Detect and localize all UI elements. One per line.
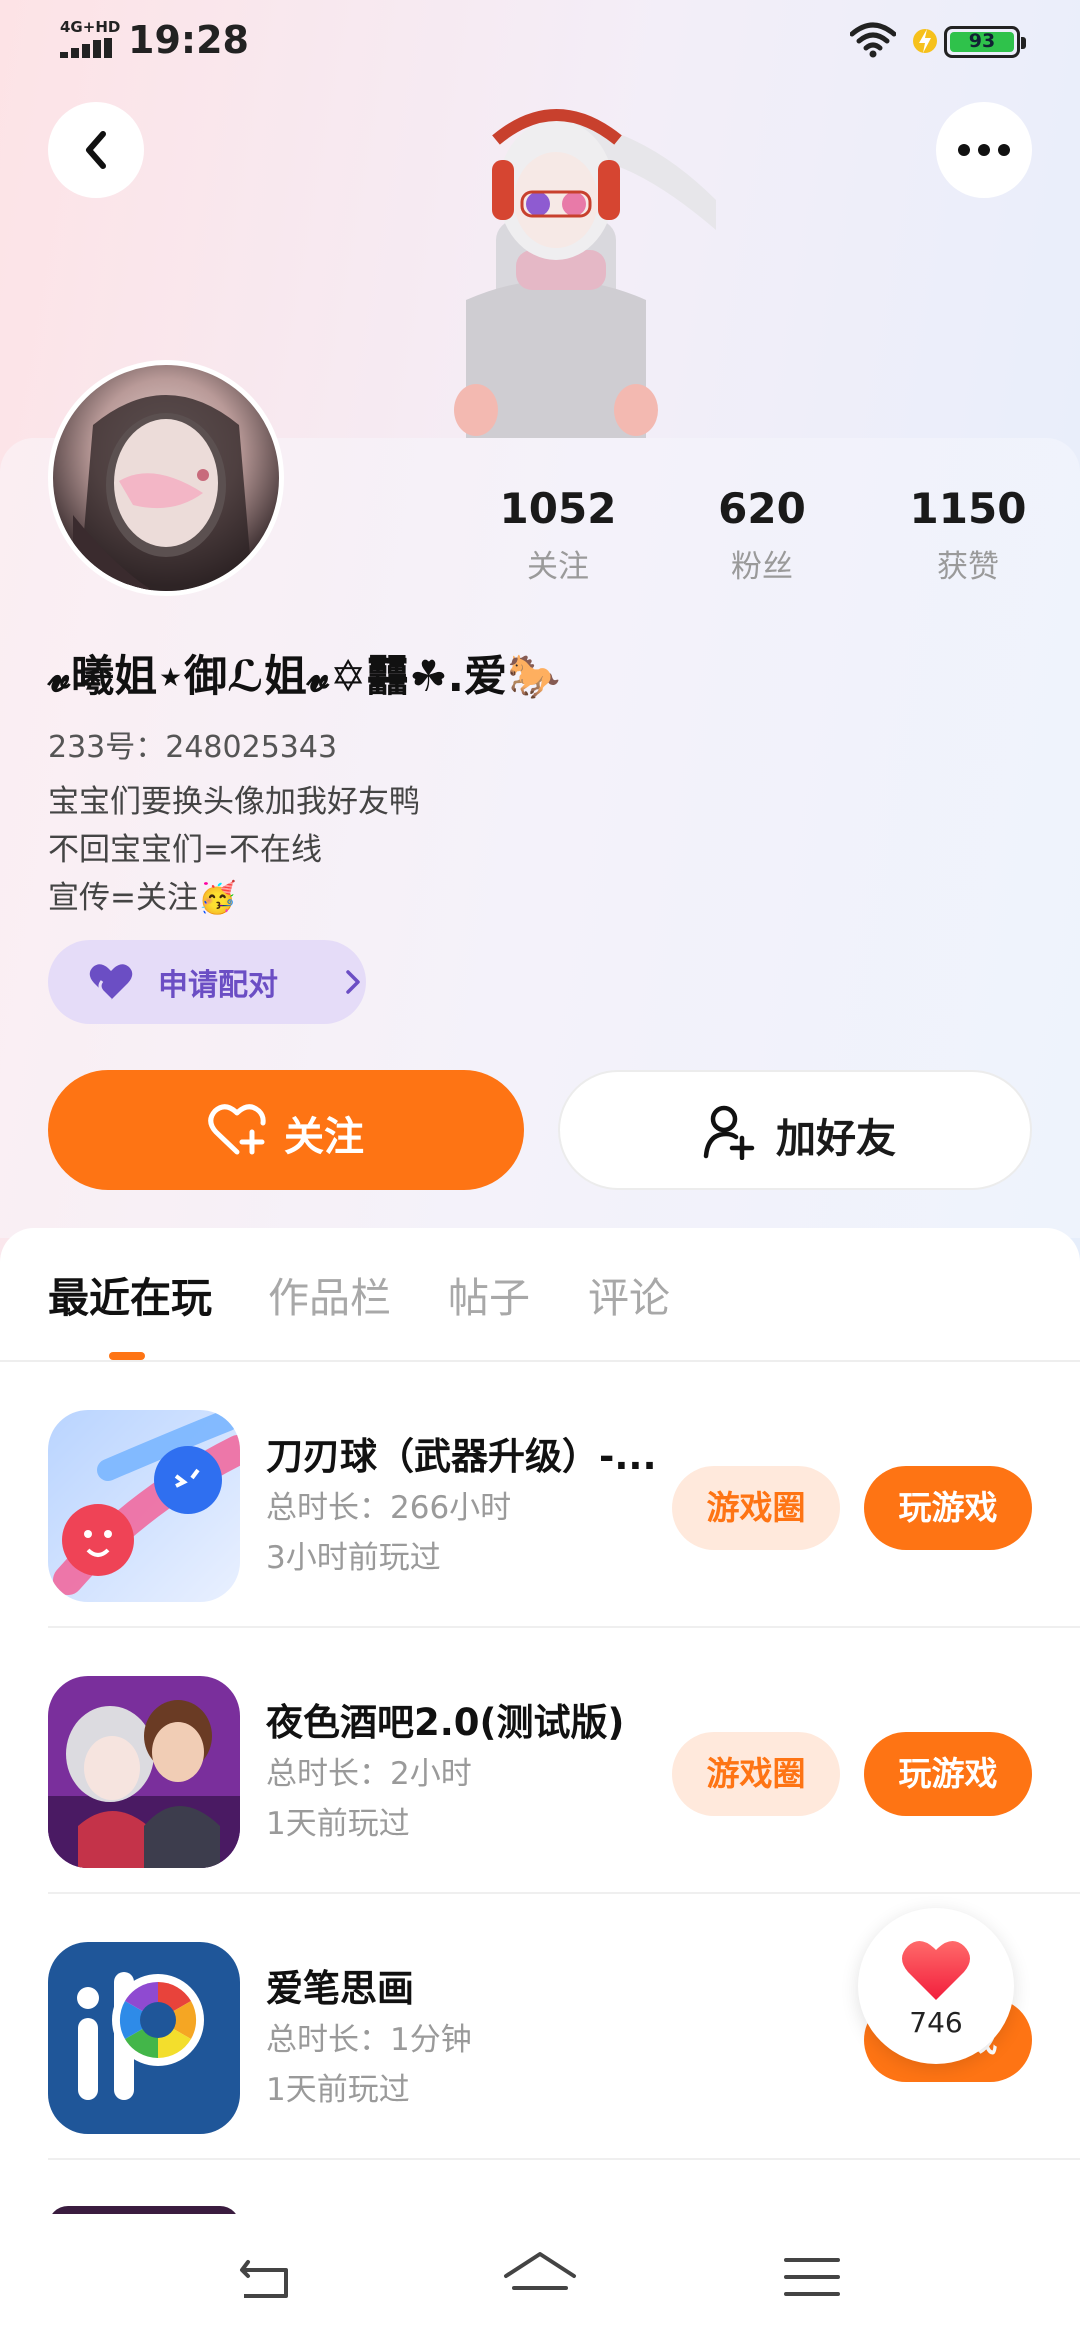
like-count: 746 xyxy=(909,2006,963,2039)
status-bar: 4G+HD 19:28 93 xyxy=(0,0,1080,84)
clock: 19:28 xyxy=(128,18,249,62)
likes-label: 获赞 xyxy=(937,549,999,585)
floating-like-button[interactable]: 746 xyxy=(858,1908,1014,2064)
back-button[interactable] xyxy=(48,102,144,198)
network-label: 4G+HD xyxy=(60,18,121,36)
add-user-icon xyxy=(703,1105,755,1160)
fans-count: 620 xyxy=(718,484,806,533)
heart-plus-icon xyxy=(208,1104,266,1155)
game-duration: 总时长：2小时 xyxy=(266,1756,472,1792)
add-friend-button[interactable]: 加好友 xyxy=(558,1070,1032,1190)
content-panel: 最近在玩 作品栏 帖子 评论 刀刃球（武器升级）-... 总时长：266小时 3… xyxy=(0,1228,1080,2340)
play-game-button[interactable]: 玩游戏 xyxy=(864,1466,1032,1550)
game-duration: 总时长：266小时 xyxy=(266,1490,512,1526)
navigation-bar xyxy=(0,2214,1080,2340)
more-button[interactable] xyxy=(936,102,1032,198)
game-icon xyxy=(48,1410,240,1602)
nickname: 𝓿曦姐⋆御ℒ姐𝓿✡䨻☘.爱🐎 xyxy=(48,652,561,702)
bio-line: 宝宝们要换头像加我好友鸭 xyxy=(48,784,420,820)
stat-likes: 1150 获赞 xyxy=(888,484,1048,586)
tab-posts[interactable]: 帖子 xyxy=(448,1264,530,1324)
divider xyxy=(48,2158,1080,2160)
avatar[interactable] xyxy=(48,360,284,596)
user-id[interactable]: 233号：248025343 xyxy=(48,722,337,766)
tab-indicator xyxy=(109,1352,145,1360)
double-heart-icon xyxy=(89,964,133,1002)
game-icon xyxy=(48,1942,240,2134)
profile-page: 4G+HD 19:28 93 1052 关注 620 粉丝 1150 获赞 𝓿曦… xyxy=(0,0,1080,2340)
game-circle-button[interactable]: 游戏圈 xyxy=(672,1732,840,1816)
game-name: 刀刃球（武器升级）-... xyxy=(266,1435,657,1478)
game-last-played: 1天前玩过 xyxy=(266,2072,410,2108)
game-duration: 总时长：1分钟 xyxy=(266,2022,472,2058)
battery-level: 93 xyxy=(968,30,996,52)
following-label: 关注 xyxy=(527,549,589,585)
battery-icon: 93 xyxy=(944,26,1026,58)
signal-icon xyxy=(60,38,114,58)
wifi-icon xyxy=(850,22,896,58)
bio-line: 不回宝宝们=不在线 xyxy=(48,832,322,868)
back-icon[interactable] xyxy=(228,2244,308,2310)
pair-request-button[interactable]: 申请配对 xyxy=(48,940,366,1024)
chevron-left-icon xyxy=(86,131,106,169)
likes-count: 1150 xyxy=(909,484,1027,533)
network-indicator: 4G+HD xyxy=(58,18,120,60)
game-name: 爱笔思画 xyxy=(266,1967,414,2010)
game-circle-button[interactable]: 游戏圈 xyxy=(672,1466,840,1550)
stat-following[interactable]: 1052 关注 xyxy=(478,484,638,586)
chevron-right-icon xyxy=(346,970,360,994)
following-count: 1052 xyxy=(499,484,617,533)
game-name: 夜色酒吧2.0(测试版) xyxy=(266,1701,625,1744)
play-game-button[interactable]: 玩游戏 xyxy=(864,1732,1032,1816)
fans-label: 粉丝 xyxy=(731,549,793,585)
more-horizontal-icon xyxy=(958,144,1010,156)
add-friend-label: 加好友 xyxy=(776,1116,896,1162)
pair-request-label: 申请配对 xyxy=(158,968,278,1003)
game-last-played: 1天前玩过 xyxy=(266,1806,410,1842)
menu-icon[interactable] xyxy=(772,2244,852,2310)
game-last-played: 3小时前玩过 xyxy=(266,1540,441,1576)
list-item[interactable]: 夜色酒吧2.0(测试版) 总时长：2小时 1天前玩过 游戏圈 玩游戏 xyxy=(0,1628,1080,1894)
character-avatar-image xyxy=(454,109,716,440)
bio-line: 宣传=关注🥳 xyxy=(48,880,237,916)
list-item[interactable]: 刀刃球（武器升级）-... 总时长：266小时 3小时前玩过 游戏圈 玩游戏 xyxy=(0,1362,1080,1628)
tab-recently-played[interactable]: 最近在玩 xyxy=(48,1264,212,1324)
bio: 宝宝们要换头像加我好友鸭 不回宝宝们=不在线 宣传=关注🥳 xyxy=(48,778,420,922)
avatar-image xyxy=(73,395,253,591)
stat-fans[interactable]: 620 粉丝 xyxy=(682,484,842,586)
game-icon xyxy=(48,1676,240,1868)
heart-icon xyxy=(902,1940,970,2000)
tab-comments[interactable]: 评论 xyxy=(588,1264,670,1324)
follow-label: 关注 xyxy=(284,1114,364,1160)
home-icon[interactable] xyxy=(500,2244,580,2310)
tab-works[interactable]: 作品栏 xyxy=(268,1264,391,1324)
charging-icon xyxy=(913,29,937,53)
follow-button[interactable]: 关注 xyxy=(48,1070,524,1190)
